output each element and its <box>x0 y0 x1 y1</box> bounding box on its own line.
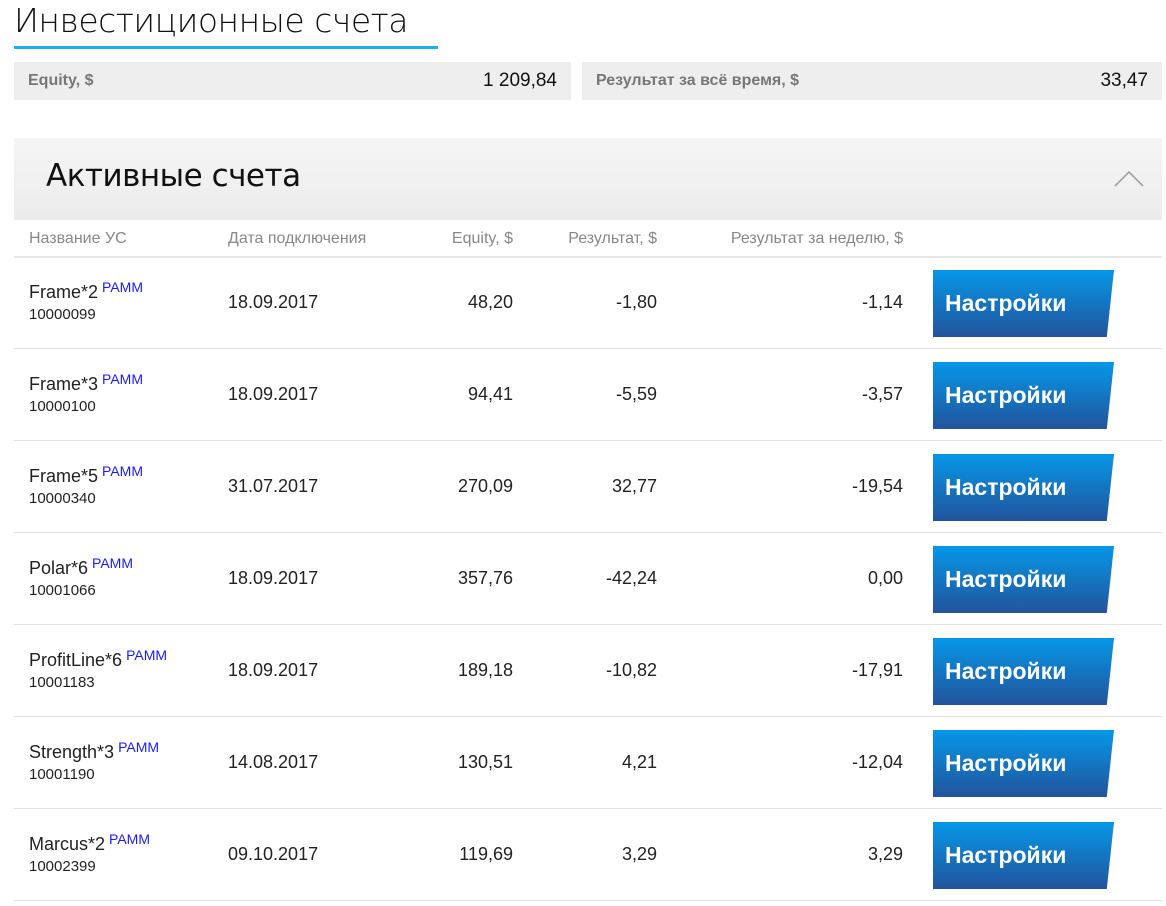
equity-summary: Equity, $ 1 209,84 <box>14 62 571 100</box>
table-row: ProfitLine*6 PAMM 10001183 18.09.2017 189… <box>14 625 1162 717</box>
account-type-badge: PAMM <box>102 463 143 479</box>
settings-button[interactable]: Настройки <box>933 638 1114 705</box>
result-summary: Результат за всё время, $ 33,47 <box>582 62 1162 100</box>
page-title: Инвестиционные счета <box>14 0 438 49</box>
table-row: Frame*2 PAMM 10000099 18.09.2017 48,20 -1… <box>14 257 1162 349</box>
connect-date: 09.10.2017 <box>228 844 319 864</box>
result-cell: -42,24 <box>605 568 657 588</box>
account-type-badge: PAMM <box>102 279 143 295</box>
equity-cell: 270,09 <box>457 476 513 496</box>
account-name-text: Frame*3 <box>29 374 99 394</box>
connect-date: 18.09.2017 <box>228 384 319 404</box>
table-row: Strength*3 PAMM 10001190 14.08.2017 130,5… <box>14 717 1162 809</box>
col-equity: Equity, $ <box>451 230 513 247</box>
account-name-text: Frame*2 <box>29 282 99 302</box>
week-result-cell: 0,00 <box>867 568 903 588</box>
equity-value: 1 209,84 <box>483 70 557 91</box>
equity-cell: 94,41 <box>467 384 513 404</box>
account-number: 10000100 <box>29 398 96 415</box>
settings-button[interactable]: Настройки <box>933 730 1114 797</box>
account-name: Frame*2 PAMM <box>29 279 143 303</box>
account-name: Marcus*2 PAMM <box>29 831 150 855</box>
result-cell: -1,80 <box>615 292 657 312</box>
section-title: Активные счета <box>46 158 301 194</box>
equity-cell: 130,51 <box>457 752 513 772</box>
connect-date: 14.08.2017 <box>228 752 319 772</box>
table-row: Frame*5 PAMM 10000340 31.07.2017 270,09 3… <box>14 441 1162 533</box>
week-result-cell: 3,29 <box>867 844 903 864</box>
account-number: 10001190 <box>29 766 95 783</box>
account-name-text: Marcus*2 <box>29 834 106 854</box>
result-cell: 4,21 <box>621 752 657 772</box>
account-type-badge: PAMM <box>126 647 168 663</box>
col-week-result: Результат за неделю, $ <box>730 230 903 247</box>
account-type-badge: PAMM <box>92 555 134 571</box>
account-name-text: Frame*5 <box>29 466 99 486</box>
result-value: 33,47 <box>1100 70 1148 91</box>
account-number: 10000340 <box>29 490 96 507</box>
equity-cell: 357,76 <box>457 568 513 588</box>
equity-cell: 48,20 <box>467 292 513 312</box>
account-name-text: ProfitLine*6 <box>29 650 123 670</box>
table-row: Frame*3 PAMM 10000100 18.09.2017 94,41 -5… <box>14 349 1162 441</box>
account-name: Frame*3 PAMM <box>29 371 143 395</box>
account-name-text: Polar*6 <box>29 558 89 578</box>
account-type-badge: PAMM <box>109 831 150 847</box>
settings-button[interactable]: Настройки <box>933 822 1114 889</box>
account-name: ProfitLine*6 PAMM <box>29 647 168 671</box>
account-number: 10001183 <box>29 674 95 691</box>
result-cell: -5,59 <box>615 384 657 404</box>
settings-button[interactable]: Настройки <box>933 362 1114 429</box>
settings-button[interactable]: Настройки <box>933 270 1114 337</box>
account-number: 10001066 <box>29 582 96 599</box>
connect-date: 18.09.2017 <box>228 660 319 680</box>
col-name: Название УС <box>29 230 127 247</box>
col-result: Результат, $ <box>568 230 657 247</box>
result-cell: -10,82 <box>605 660 657 680</box>
account-number: 10000099 <box>29 306 96 323</box>
result-cell: 3,29 <box>621 844 657 864</box>
account-name-text: Strength*3 <box>29 742 115 762</box>
week-result-cell: -12,04 <box>851 752 903 772</box>
account-name: Frame*5 PAMM <box>29 463 143 487</box>
equity-label: Equity, $ <box>28 72 94 89</box>
week-result-cell: -17,91 <box>851 660 903 680</box>
week-result-cell: -1,14 <box>861 292 903 312</box>
account-name: Polar*6 PAMM <box>29 555 134 579</box>
equity-cell: 189,18 <box>457 660 513 680</box>
table-row: Polar*6 PAMM 10001066 18.09.2017 357,76 -… <box>14 533 1162 625</box>
col-date: Дата подключения <box>228 230 367 247</box>
account-type-badge: PAMM <box>118 739 160 755</box>
chevron-up-icon[interactable] <box>1114 168 1144 188</box>
active-accounts-header: Активные счета <box>14 138 1162 220</box>
table-row: Marcus*2 PAMM 10002399 09.10.2017 119,69 … <box>14 809 1162 901</box>
connect-date: 18.09.2017 <box>228 292 319 312</box>
account-number: 10002399 <box>29 858 96 875</box>
result-label: Результат за всё время, $ <box>596 72 800 89</box>
settings-button[interactable]: Настройки <box>933 454 1114 521</box>
settings-button[interactable]: Настройки <box>933 546 1114 613</box>
account-name: Strength*3 PAMM <box>29 739 160 763</box>
connect-date: 18.09.2017 <box>228 568 319 588</box>
account-type-badge: PAMM <box>102 371 143 387</box>
equity-cell: 119,69 <box>459 844 513 864</box>
table-header: Название УС Дата подключения Equity, $ Р… <box>14 220 1162 258</box>
week-result-cell: -3,57 <box>861 384 903 404</box>
week-result-cell: -19,54 <box>851 476 903 496</box>
connect-date: 31.07.2017 <box>228 476 319 496</box>
result-cell: 32,77 <box>611 476 657 496</box>
